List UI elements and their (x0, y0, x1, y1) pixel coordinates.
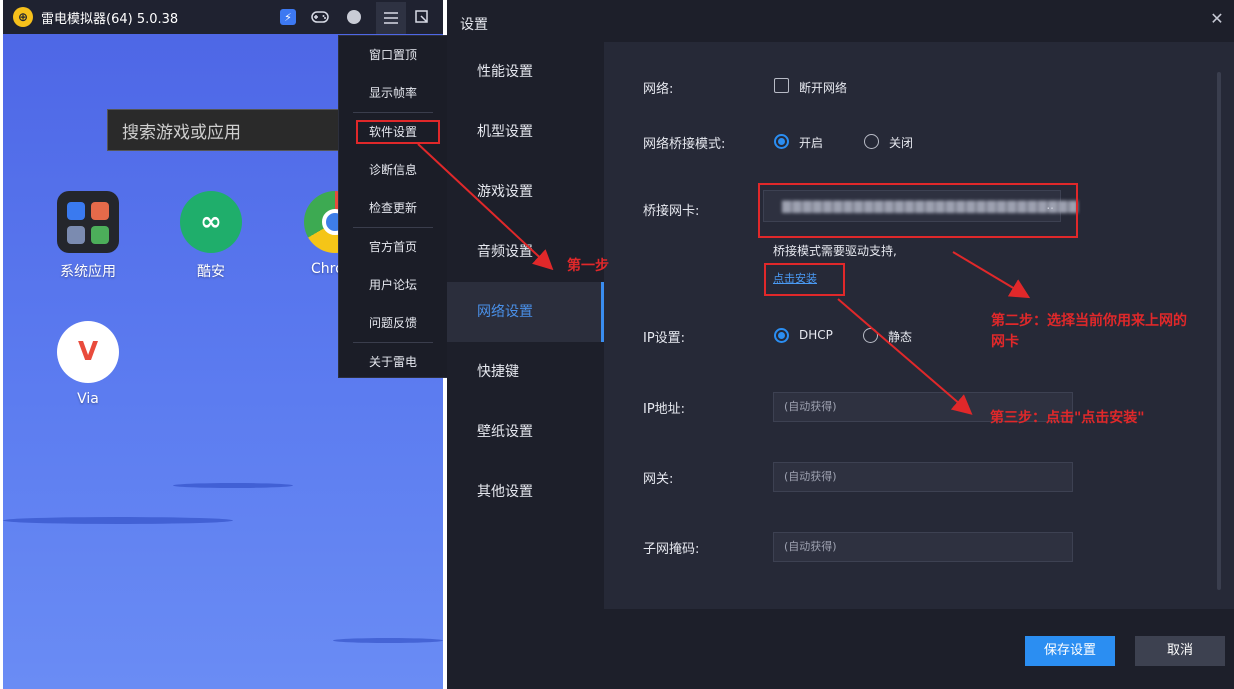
close-icon[interactable]: ✕ (1208, 10, 1226, 28)
menu-item-pin-window[interactable]: 窗口置顶 (339, 36, 447, 74)
ip-setting-label: IP设置: (643, 331, 686, 346)
emulator-dropdown-menu: 窗口置顶 显示帧率 软件设置 诊断信息 检查更新 官方首页 用户论坛 问题反馈 … (338, 35, 448, 378)
scrollbar[interactable] (1217, 72, 1221, 590)
wallpaper-streak (333, 638, 443, 643)
dialog-footer (447, 609, 1234, 689)
subnet-mask-input[interactable]: (自动获得) (773, 532, 1073, 562)
annotation-step2-line1: 第二步：选择当前你用来上网的 (991, 313, 1187, 329)
bridge-on-radio[interactable] (774, 134, 789, 149)
nav-shortcuts[interactable]: 快捷键 (447, 342, 604, 402)
emulator-title: 雷电模拟器(64) 5.0.38 (41, 11, 179, 27)
app-label: Via (77, 391, 99, 407)
wallpaper-streak (3, 517, 233, 524)
nav-network[interactable]: 网络设置 (447, 282, 604, 342)
cancel-button[interactable]: 取消 (1135, 636, 1225, 666)
annotation-highlight-box (758, 183, 1078, 238)
disconnect-network-label: 断开网络 (799, 81, 848, 95)
gateway-label: 网关: (643, 472, 674, 487)
annotation-step2-line2: 网卡 (991, 334, 1019, 350)
bridge-hint-text: 桥接模式需要驱动支持, (773, 244, 897, 258)
bridge-off-label: 关闭 (889, 136, 914, 150)
nav-game[interactable]: 游戏设置 (447, 162, 604, 222)
user-icon[interactable] (342, 5, 366, 29)
menu-item-software-settings[interactable]: 软件设置 (339, 113, 447, 151)
menu-item-homepage[interactable]: 官方首页 (339, 228, 447, 266)
gamepad-icon[interactable] (308, 5, 332, 29)
static-label: 静态 (888, 330, 913, 344)
app-via[interactable]: V Via (43, 321, 133, 407)
app-label: 酷安 (197, 264, 225, 280)
bridge-nic-label: 桥接网卡: (643, 204, 700, 219)
menu-item-show-fps[interactable]: 显示帧率 (339, 74, 447, 112)
nav-other[interactable]: 其他设置 (447, 462, 604, 522)
search-input[interactable]: 搜索游戏或应用 (107, 109, 347, 151)
subnet-mask-label: 子网掩码: (643, 542, 700, 557)
disconnect-network-checkbox[interactable] (774, 78, 789, 93)
dhcp-label: DHCP (799, 328, 833, 342)
menu-item-check-update[interactable]: 检查更新 (339, 189, 447, 227)
bridge-off-radio[interactable] (864, 134, 879, 149)
settings-sidebar: 性能设置 机型设置 游戏设置 音频设置 网络设置 快捷键 壁纸设置 其他设置 (447, 42, 604, 609)
menu-item-forum[interactable]: 用户论坛 (339, 266, 447, 304)
nav-model[interactable]: 机型设置 (447, 102, 604, 162)
annotation-step1: 第一步 (567, 258, 609, 274)
emulator-titlebar: ⊕ 雷电模拟器(64) 5.0.38 ⚡ (3, 0, 443, 34)
save-settings-button[interactable]: 保存设置 (1025, 636, 1115, 666)
screen: ⊕ 雷电模拟器(64) 5.0.38 ⚡ 搜索游戏或应用 系统应用 ∞ 酷安 C… (0, 0, 1234, 689)
ip-address-label: IP地址: (643, 402, 686, 417)
dialog-title: 设置 (460, 17, 488, 33)
bridge-mode-label: 网络桥接模式: (643, 137, 726, 152)
kuan-icon: ∞ (180, 191, 242, 253)
dhcp-radio[interactable] (774, 328, 789, 343)
wallpaper-streak (173, 483, 293, 488)
system-apps-icon (57, 191, 119, 253)
gateway-input[interactable]: (自动获得) (773, 462, 1073, 492)
annotation-step3: 第三步：点击"点击安装" (990, 410, 1145, 426)
app-label: 系统应用 (60, 264, 116, 280)
annotation-highlight-box (764, 263, 845, 296)
app-system-apps[interactable]: 系统应用 (43, 191, 133, 281)
network-label: 网络: (643, 82, 674, 97)
annotation-highlight-box (356, 120, 440, 144)
app-kuan[interactable]: ∞ 酷安 (166, 191, 256, 281)
nav-performance[interactable]: 性能设置 (447, 42, 604, 102)
nav-wallpaper[interactable]: 壁纸设置 (447, 402, 604, 462)
settings-dialog: 设置 ✕ 性能设置 机型设置 游戏设置 音频设置 网络设置 快捷键 壁纸设置 其… (447, 0, 1234, 689)
shrink-icon[interactable] (410, 5, 434, 29)
menu-item-feedback[interactable]: 问题反馈 (339, 304, 447, 342)
via-icon: V (57, 321, 119, 383)
bridge-on-label: 开启 (799, 136, 824, 150)
speed-icon[interactable]: ⚡ (276, 5, 300, 29)
menu-icon[interactable] (376, 2, 406, 34)
menu-item-about[interactable]: 关于雷电 (339, 343, 447, 381)
static-radio[interactable] (863, 328, 878, 343)
menu-item-diagnostics[interactable]: 诊断信息 (339, 151, 447, 189)
ldplayer-logo-icon: ⊕ (13, 7, 33, 27)
